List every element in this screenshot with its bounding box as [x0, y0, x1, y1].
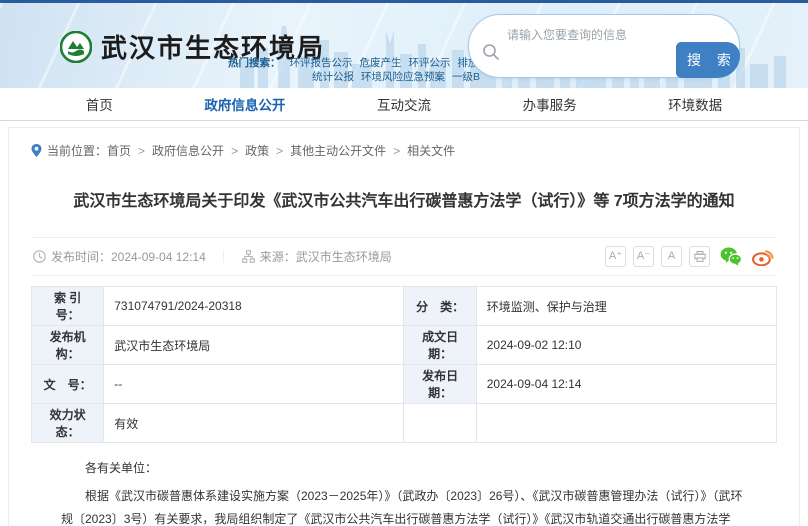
- table-row: 索 引 号： 731074791/2024-20318 分 类： 环境监测、保护…: [32, 287, 777, 326]
- breadcrumb-separator: >: [276, 144, 283, 158]
- search-button[interactable]: 搜 索: [676, 42, 740, 78]
- nav-item-gov-info[interactable]: 政府信息公开: [204, 94, 285, 114]
- site-banner: 武汉市生态环境局 热门搜索：环评报告公示危废产生环评公示排放源 统计公报环境风险…: [0, 3, 808, 88]
- breadcrumb-separator: >: [231, 144, 238, 158]
- breadcrumb-item[interactable]: 政府信息公开: [152, 142, 224, 159]
- clock-icon: [33, 250, 46, 263]
- hot-search-link[interactable]: 危废产生: [360, 57, 402, 69]
- publish-time: 发布时间：2024-09-04 12:14: [51, 248, 206, 265]
- article-tools: A⁺ A⁻ A: [605, 246, 775, 267]
- location-pin-icon: [31, 144, 42, 157]
- breadcrumb-item[interactable]: 首页: [107, 142, 131, 159]
- body-paragraph: 根据《武汉市碳普惠体系建设实施方案（2023－2025年）》（武政办〔2023〕…: [61, 485, 747, 526]
- breadcrumb-separator: >: [138, 144, 145, 158]
- nav-item-env-data[interactable]: 环境数据: [668, 94, 722, 114]
- hot-search-link[interactable]: 一级B: [452, 71, 480, 83]
- breadcrumb-item[interactable]: 政策: [245, 142, 269, 159]
- table-row: 效力状态： 有效: [32, 404, 777, 443]
- font-decrease-button[interactable]: A⁻: [633, 246, 654, 267]
- hot-search-link[interactable]: 环评报告公示: [290, 57, 353, 69]
- breadcrumb-label: 当前位置：: [47, 142, 107, 159]
- info-label-doc-number: 文 号：: [32, 365, 104, 404]
- font-increase-button[interactable]: A⁺: [605, 246, 626, 267]
- info-value-index: 731074791/2024-20318: [104, 287, 404, 326]
- info-value-agency: 武汉市生态环境局: [104, 326, 404, 365]
- info-label-empty: [404, 404, 476, 443]
- source-sitemap-icon: [242, 250, 255, 263]
- source-text: 来源：武汉市生态环境局: [260, 248, 392, 265]
- breadcrumb-separator: >: [393, 144, 400, 158]
- search-icon: [482, 43, 500, 61]
- info-value-publish-date: 2024-09-04 12:14: [476, 365, 776, 404]
- body-paragraph: 各有关单位：: [61, 457, 747, 480]
- bureau-emblem-icon: [60, 31, 92, 63]
- print-button[interactable]: [689, 246, 710, 267]
- hot-search-link[interactable]: 环评公示: [409, 57, 451, 69]
- page: 武汉市生态环境局 热门搜索：环评报告公示危废产生环评公示排放源 统计公报环境风险…: [0, 0, 808, 526]
- info-label-index: 索 引 号：: [32, 287, 104, 326]
- page-title: 武汉市生态环境局关于印发《武汉市公共汽车出行碳普惠方法学（试行）》等 7项方法学…: [61, 191, 747, 213]
- info-value-category: 环境监测、保护与治理: [476, 287, 776, 326]
- info-value-doc-number: --: [104, 365, 404, 404]
- article-meta-row: 发布时间：2024-09-04 12:14 ｜ 来源：武汉市生态环境局 A⁺ A…: [31, 237, 777, 276]
- meta-divider: ｜: [218, 248, 230, 265]
- main-nav: 首页 政府信息公开 互动交流 办事服务 环境数据: [0, 88, 808, 121]
- info-value-validity: 有效: [104, 404, 404, 443]
- info-value-empty: [476, 404, 776, 443]
- printer-icon: [694, 251, 706, 262]
- nav-item-interaction[interactable]: 互动交流: [377, 94, 431, 114]
- font-reset-button[interactable]: A: [661, 246, 682, 267]
- nav-item-services[interactable]: 办事服务: [523, 94, 577, 114]
- info-value-written-date: 2024-09-02 12:10: [476, 326, 776, 365]
- info-label-publish-date: 发布日期：: [404, 365, 476, 404]
- hot-search-links: 热门搜索：环评报告公示危废产生环评公示排放源 统计公报环境风险应急预案一级B: [228, 56, 480, 84]
- info-label-written-date: 成文日期：: [404, 326, 476, 365]
- search-input[interactable]: [507, 24, 697, 46]
- table-row: 文 号： -- 发布日期： 2024-09-04 12:14: [32, 365, 777, 404]
- table-row: 发布机构： 武汉市生态环境局 成文日期： 2024-09-02 12:10: [32, 326, 777, 365]
- info-label-category: 分 类：: [404, 287, 476, 326]
- document-info-table: 索 引 号： 731074791/2024-20318 分 类： 环境监测、保护…: [31, 286, 777, 443]
- document-body: 各有关单位： 根据《武汉市碳普惠体系建设实施方案（2023－2025年）》（武政…: [31, 443, 777, 526]
- search-box: 搜 索: [468, 14, 740, 78]
- wechat-share-icon[interactable]: [720, 247, 742, 266]
- breadcrumb-current: 相关文件: [407, 142, 455, 159]
- nav-item-home[interactable]: 首页: [86, 94, 113, 114]
- hot-search-link[interactable]: 统计公报: [312, 71, 354, 83]
- content-box: 当前位置： 首页 > 政府信息公开 > 政策 > 其他主动公开文件 > 相关文件…: [8, 127, 800, 526]
- weibo-share-icon[interactable]: [752, 247, 775, 266]
- hot-search-label: 热门搜索：: [228, 57, 281, 69]
- breadcrumb-item[interactable]: 其他主动公开文件: [290, 142, 386, 159]
- info-label-validity: 效力状态：: [32, 404, 104, 443]
- hot-search-link[interactable]: 环境风险应急预案: [361, 71, 445, 83]
- article-meta: 发布时间：2024-09-04 12:14 ｜ 来源：武汉市生态环境局: [33, 248, 392, 265]
- breadcrumb: 当前位置： 首页 > 政府信息公开 > 政策 > 其他主动公开文件 > 相关文件: [31, 138, 777, 161]
- info-label-agency: 发布机构：: [32, 326, 104, 365]
